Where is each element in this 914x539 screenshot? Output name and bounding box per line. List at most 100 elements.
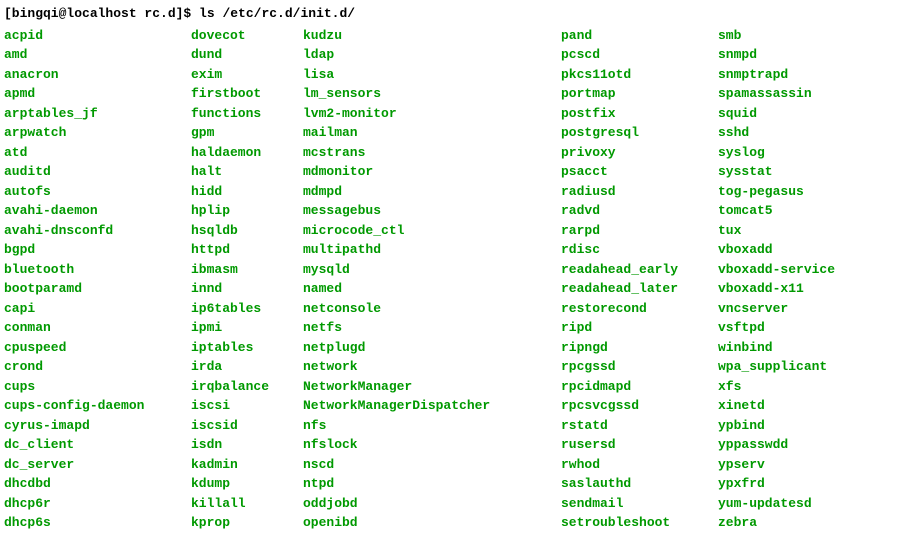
- ls-entry: dund: [191, 45, 291, 65]
- ls-col-2: kudzuldaplisalm_sensorslvm2-monitormailm…: [303, 26, 549, 533]
- ls-entry: mcstrans: [303, 143, 549, 163]
- ls-entry: atd: [4, 143, 179, 163]
- ls-entry: setroubleshoot: [561, 513, 706, 533]
- ls-entry: network: [303, 357, 549, 377]
- ls-entry: rstatd: [561, 416, 706, 436]
- ls-entry: xinetd: [718, 396, 858, 416]
- ls-entry: postfix: [561, 104, 706, 124]
- ls-entry: snmpd: [718, 45, 858, 65]
- ls-entry: apmd: [4, 84, 179, 104]
- ls-entry: portmap: [561, 84, 706, 104]
- ls-entry: cups: [4, 377, 179, 397]
- ls-col-3: pandpcscdpkcs11otdportmappostfixpostgres…: [561, 26, 706, 533]
- ls-entry: tux: [718, 221, 858, 241]
- ls-entry: xfs: [718, 377, 858, 397]
- ls-entry: ipmi: [191, 318, 291, 338]
- ls-entry: restorecond: [561, 299, 706, 319]
- ls-entry: dhcdbd: [4, 474, 179, 494]
- ls-entry: dhcp6s: [4, 513, 179, 533]
- ls-entry: bootparamd: [4, 279, 179, 299]
- prompt-command: ls /etc/rc.d/init.d/: [199, 6, 355, 21]
- ls-entry: httpd: [191, 240, 291, 260]
- ls-entry: lisa: [303, 65, 549, 85]
- ls-entry: firstboot: [191, 84, 291, 104]
- ls-entry: ntpd: [303, 474, 549, 494]
- ls-entry: vsftpd: [718, 318, 858, 338]
- ls-entry: pcscd: [561, 45, 706, 65]
- ls-entry: killall: [191, 494, 291, 514]
- ls-entry: acpid: [4, 26, 179, 46]
- ls-entry: sshd: [718, 123, 858, 143]
- ls-entry: privoxy: [561, 143, 706, 163]
- ls-entry: capi: [4, 299, 179, 319]
- ls-entry: NetworkManager: [303, 377, 549, 397]
- ls-entry: iscsid: [191, 416, 291, 436]
- ls-entry: ldap: [303, 45, 549, 65]
- ls-entry: vboxadd-x11: [718, 279, 858, 299]
- ls-entry: tog-pegasus: [718, 182, 858, 202]
- ls-entry: sendmail: [561, 494, 706, 514]
- ls-entry: lvm2-monitor: [303, 104, 549, 124]
- ls-entry: vboxadd: [718, 240, 858, 260]
- ls-entry: iptables: [191, 338, 291, 358]
- ls-entry: dc_server: [4, 455, 179, 475]
- ls-entry: irda: [191, 357, 291, 377]
- ls-entry: squid: [718, 104, 858, 124]
- ls-entry: spamassassin: [718, 84, 858, 104]
- ls-entry: anacron: [4, 65, 179, 85]
- ls-entry: pkcs11otd: [561, 65, 706, 85]
- ls-entry: saslauthd: [561, 474, 706, 494]
- ls-entry: rdisc: [561, 240, 706, 260]
- ls-col-1: dovecotdundeximfirstbootfunctionsgpmhald…: [191, 26, 291, 533]
- ls-entry: cpuspeed: [4, 338, 179, 358]
- ls-entry: vboxadd-service: [718, 260, 858, 280]
- ls-entry: ypxfrd: [718, 474, 858, 494]
- ls-entry: dhcp6r: [4, 494, 179, 514]
- ls-entry: psacct: [561, 162, 706, 182]
- ls-entry: radvd: [561, 201, 706, 221]
- ls-entry: exim: [191, 65, 291, 85]
- ls-entry: syslog: [718, 143, 858, 163]
- ls-entry: mysqld: [303, 260, 549, 280]
- ls-entry: kudzu: [303, 26, 549, 46]
- ls-entry: functions: [191, 104, 291, 124]
- ls-entry: ripd: [561, 318, 706, 338]
- ls-entry: mdmonitor: [303, 162, 549, 182]
- ls-col-0: acpidamdanacronapmdarptables_jfarpwatcha…: [4, 26, 179, 533]
- ls-entry: bgpd: [4, 240, 179, 260]
- terminal-prompt-line: [bingqi@localhost rc.d]$ ls /etc/rc.d/in…: [4, 4, 910, 24]
- ls-entry: netplugd: [303, 338, 549, 358]
- ls-entry: messagebus: [303, 201, 549, 221]
- ls-entry: nscd: [303, 455, 549, 475]
- ls-entry: kadmin: [191, 455, 291, 475]
- ls-entry: ripngd: [561, 338, 706, 358]
- ls-entry: haldaemon: [191, 143, 291, 163]
- ls-entry: hidd: [191, 182, 291, 202]
- ls-entry: named: [303, 279, 549, 299]
- ls-entry: rwhod: [561, 455, 706, 475]
- ls-entry: wpa_supplicant: [718, 357, 858, 377]
- ls-entry: readahead_later: [561, 279, 706, 299]
- ls-entry: avahi-daemon: [4, 201, 179, 221]
- ls-entry: oddjobd: [303, 494, 549, 514]
- ls-entry: nfs: [303, 416, 549, 436]
- ls-entry: rpcgssd: [561, 357, 706, 377]
- ls-entry: arpwatch: [4, 123, 179, 143]
- ls-entry: netconsole: [303, 299, 549, 319]
- ls-entry: isdn: [191, 435, 291, 455]
- ls-entry: halt: [191, 162, 291, 182]
- ls-entry: crond: [4, 357, 179, 377]
- ls-entry: avahi-dnsconfd: [4, 221, 179, 241]
- ls-entry: cups-config-daemon: [4, 396, 179, 416]
- ls-entry: zebra: [718, 513, 858, 533]
- ls-entry: arptables_jf: [4, 104, 179, 124]
- ls-entry: ypserv: [718, 455, 858, 475]
- ls-entry: readahead_early: [561, 260, 706, 280]
- ls-entry: vncserver: [718, 299, 858, 319]
- ls-entry: openibd: [303, 513, 549, 533]
- ls-entry: amd: [4, 45, 179, 65]
- ls-entry: ip6tables: [191, 299, 291, 319]
- ls-entry: lm_sensors: [303, 84, 549, 104]
- ls-entry: rusersd: [561, 435, 706, 455]
- ls-entry: dc_client: [4, 435, 179, 455]
